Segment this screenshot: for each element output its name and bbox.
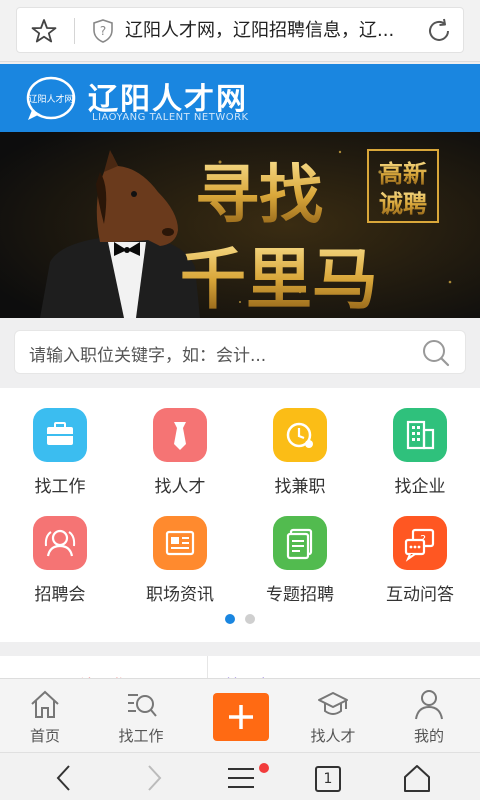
banner-artwork: 寻找 千里马 高新 诚聘: [0, 132, 480, 318]
menu-item-label: 找工作: [34, 477, 86, 497]
menu-item-label: 找企业: [394, 477, 446, 497]
menu-item-qa[interactable]: ? 互动问答: [360, 516, 480, 605]
tab-label: 我的: [413, 727, 444, 745]
menu-item-label: 互动问答: [386, 585, 454, 605]
menu-item-label: 招聘会: [34, 585, 86, 605]
menu-item-label: 职场资讯: [146, 585, 214, 605]
address-box[interactable]: ? 辽阳人才网，辽阳招聘信息，辽...: [16, 7, 464, 53]
browser-nav-bar: 1: [0, 752, 480, 800]
tab-label: 找工作: [118, 727, 164, 745]
banner-badge-line1: 高新: [379, 160, 427, 188]
tab-label: 首页: [29, 727, 60, 745]
logo-badge-text: 辽阳人才网: [28, 93, 73, 105]
tab-find-job[interactable]: 找工作: [96, 687, 186, 746]
notification-dot: [259, 763, 269, 773]
menu-item-part-time[interactable]: 找兼职: [240, 408, 360, 497]
tabs-count-button[interactable]: 1: [315, 766, 341, 792]
function-menu: 找工作 找人才 找兼职 找企业 招聘会 职场资讯 专题招聘 互动问答: [0, 388, 480, 642]
bottom-tab-bar: 首页 找工作 找人才 我的: [0, 678, 480, 752]
search-input[interactable]: 请输入职位关键字，如：会计...: [29, 341, 266, 366]
plus-icon: [229, 705, 253, 729]
site-subtitle: LIAOYANG TALENT NETWORK: [92, 112, 249, 123]
banner-headline-1: 寻找: [195, 158, 323, 233]
banner-headline-2: 千里马: [180, 240, 378, 318]
logo-icon[interactable]: 辽阳人才网: [26, 76, 76, 122]
page-dot[interactable]: [245, 614, 255, 624]
menu-item-label: 找兼职: [274, 477, 326, 497]
search-icon[interactable]: [421, 338, 451, 368]
forward-icon[interactable]: [138, 763, 168, 793]
reload-icon[interactable]: [425, 17, 453, 45]
site-header: 辽阳人才网 辽阳人才网 LIAOYANG TALENT NETWORK: [0, 64, 480, 132]
people-icon: [33, 516, 87, 570]
tab-label: 找人才: [310, 727, 356, 745]
tab-find-talent[interactable]: 找人才: [288, 687, 378, 746]
url-text[interactable]: 辽阳人才网，辽阳招聘信息，辽...: [125, 19, 425, 43]
menu-item-job-fair[interactable]: 招聘会: [0, 516, 120, 605]
chat-icon: ?: [393, 516, 447, 570]
home-icon: [31, 690, 59, 718]
menu-item-find-company[interactable]: 找企业: [360, 408, 480, 497]
menu-item-label: 找人才: [154, 477, 206, 497]
menu-item-find-job[interactable]: 找工作: [0, 408, 120, 497]
post-button[interactable]: [213, 693, 269, 741]
tab-home[interactable]: 首页: [0, 687, 90, 746]
svg-text:?: ?: [100, 24, 106, 38]
hero-banner[interactable]: 寻找 千里马 高新 诚聘: [0, 132, 480, 318]
document-icon: [273, 516, 327, 570]
back-icon[interactable]: [50, 763, 80, 793]
briefcase-icon: [33, 408, 87, 462]
star-icon[interactable]: [31, 18, 57, 44]
graduation-cap-icon: [318, 692, 348, 715]
tab-mine[interactable]: 我的: [384, 687, 474, 746]
menu-item-label: 专题招聘: [266, 585, 334, 605]
browser-url-bar: ? 辽阳人才网，辽阳招聘信息，辽...: [0, 0, 480, 62]
page-indicator: [0, 609, 480, 628]
banner-badge-line2: 诚聘: [379, 190, 427, 218]
tie-icon: [153, 408, 207, 462]
divider: [74, 18, 75, 44]
menu-icon[interactable]: [226, 763, 256, 793]
home-nav-icon[interactable]: [402, 763, 432, 793]
clock-icon: [273, 408, 327, 462]
page-dot-active[interactable]: [225, 614, 235, 624]
building-icon: [393, 408, 447, 462]
menu-item-find-talent[interactable]: 找人才: [120, 408, 240, 497]
news-icon: [153, 516, 207, 570]
user-icon: [415, 690, 443, 720]
menu-item-career-news[interactable]: 职场资讯: [120, 516, 240, 605]
menu-item-special-recruit[interactable]: 专题招聘: [240, 516, 360, 605]
shield-question-icon[interactable]: ?: [91, 18, 115, 44]
job-search-bar[interactable]: 请输入职位关键字，如：会计...: [14, 330, 466, 374]
job-search-icon: [128, 694, 157, 717]
